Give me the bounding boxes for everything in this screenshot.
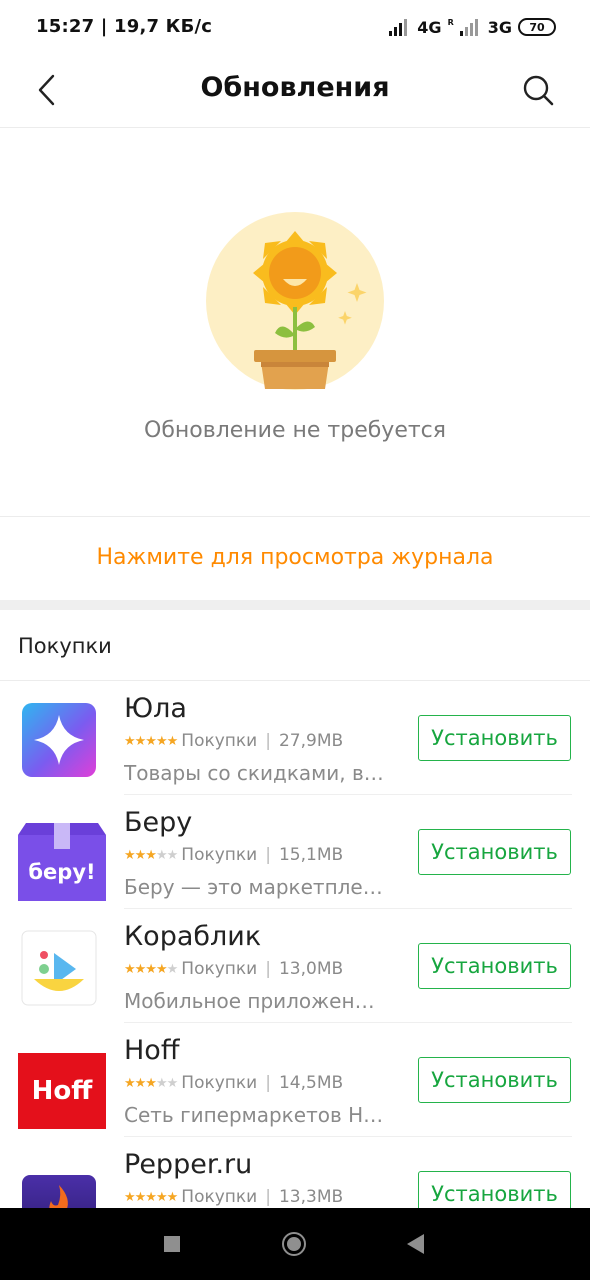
app-category: Покупки (181, 845, 258, 865)
beru-logo-icon: беру! (18, 823, 106, 901)
navigation-bar (0, 1208, 590, 1280)
rating-stars: ★★★★★ (124, 961, 178, 977)
app-name: Юла (124, 693, 187, 724)
section-gap (0, 600, 590, 610)
app-description: Мобильное приложение Кораблик (124, 989, 386, 1013)
empty-state: Обновление не требуется (0, 128, 590, 516)
app-name: Кораблик (124, 921, 262, 952)
circle-home-icon[interactable] (282, 1232, 306, 1256)
status-bar: 15:27 | 19,7 КБ/с 4G R 3G 70 (0, 0, 590, 56)
battery-icon: 70 (518, 18, 556, 36)
status-time-speed: 15:27 | 19,7 КБ/с (36, 16, 213, 37)
rating-stars: ★★★★★ (124, 847, 178, 863)
meta-separator: | (265, 1187, 271, 1207)
empty-state-message: Обновление не требуется (144, 418, 446, 443)
page-title: Обновления (200, 72, 390, 103)
app-size: 13,3MB (278, 1187, 344, 1207)
install-button[interactable]: Установить (418, 829, 571, 875)
app-meta: ★★★★★ Покупки | 27,9MB (124, 731, 343, 751)
meta-separator: | (265, 731, 271, 751)
app-description: Беру — это маркетплейс от Яндекса (124, 875, 386, 899)
app-description: Товары со скидками, выгодные предложения (124, 761, 386, 785)
app-name: Hoff (124, 1035, 180, 1066)
app-header: Обновления (0, 56, 590, 128)
app-list-item[interactable]: Кораблик ★★★★★ Покупки | 13,0MB Мобильно… (0, 909, 590, 1023)
app-category: Покупки (181, 731, 258, 751)
purchases-section-title: Покупки (18, 634, 112, 658)
meta-separator: | (265, 845, 271, 865)
search-button[interactable] (516, 68, 560, 112)
divider (0, 516, 590, 517)
square-recents-icon[interactable] (164, 1236, 180, 1252)
search-icon (523, 75, 554, 106)
app-list-item[interactable]: беру! Беру ★★★★★ Покупки | 15,1MB Беру —… (0, 795, 590, 909)
network-3g-label: 3G (487, 17, 512, 37)
meta-separator: | (265, 959, 271, 979)
rating-stars: ★★★★★ (124, 733, 178, 749)
app-name: Беру (124, 807, 193, 838)
svg-text:беру!: беру! (28, 860, 95, 884)
rating-stars: ★★★★★ (124, 1075, 178, 1091)
install-button[interactable]: Установить (418, 943, 571, 989)
meta-separator: | (265, 1073, 271, 1093)
install-button[interactable]: Установить (418, 715, 571, 761)
app-category: Покупки (181, 1187, 258, 1207)
app-list-item[interactable]: Hoff Hoff ★★★★★ Покупки | 14,5MB Сеть ги… (0, 1023, 590, 1137)
view-log-link[interactable]: Нажмите для просмотра журнала (0, 545, 590, 570)
svg-text:Hoff: Hoff (32, 1076, 94, 1106)
app-size: 27,9MB (278, 731, 344, 751)
app-category: Покупки (181, 1073, 258, 1093)
app-meta: ★★★★★ Покупки | 13,0MB (124, 959, 343, 979)
app-category: Покупки (181, 959, 258, 979)
hoff-logo-icon: Hoff (18, 1053, 106, 1129)
app-size: 13,0MB (278, 959, 344, 979)
status-indicators: 4G R 3G 70 (389, 14, 556, 40)
yula-logo-icon (22, 703, 96, 777)
app-meta: ★★★★★ Покупки | 15,1MB (124, 845, 343, 865)
roaming-mark: R (447, 18, 454, 27)
rating-stars: ★★★★★ (124, 1189, 178, 1205)
app-list-item[interactable]: Юла ★★★★★ Покупки | 27,9MB Товары со ски… (0, 681, 590, 795)
sunflower-pot-illustration (206, 212, 384, 390)
app-meta: ★★★★★ Покупки | 13,3MB (124, 1187, 343, 1207)
app-description: Сеть гипермаркетов Hoff (124, 1103, 386, 1127)
triangle-back-icon[interactable] (407, 1234, 424, 1254)
app-name: Pepper.ru (124, 1149, 253, 1180)
signal-icon-2 (459, 18, 482, 36)
signal-icon (389, 18, 411, 36)
install-button[interactable]: Установить (418, 1057, 571, 1103)
app-size: 14,5MB (278, 1073, 344, 1093)
korablik-logo-icon (21, 930, 97, 1006)
app-meta: ★★★★★ Покупки | 14,5MB (124, 1073, 343, 1093)
app-size: 15,1MB (278, 845, 344, 865)
network-4g-label: 4G (417, 17, 442, 37)
